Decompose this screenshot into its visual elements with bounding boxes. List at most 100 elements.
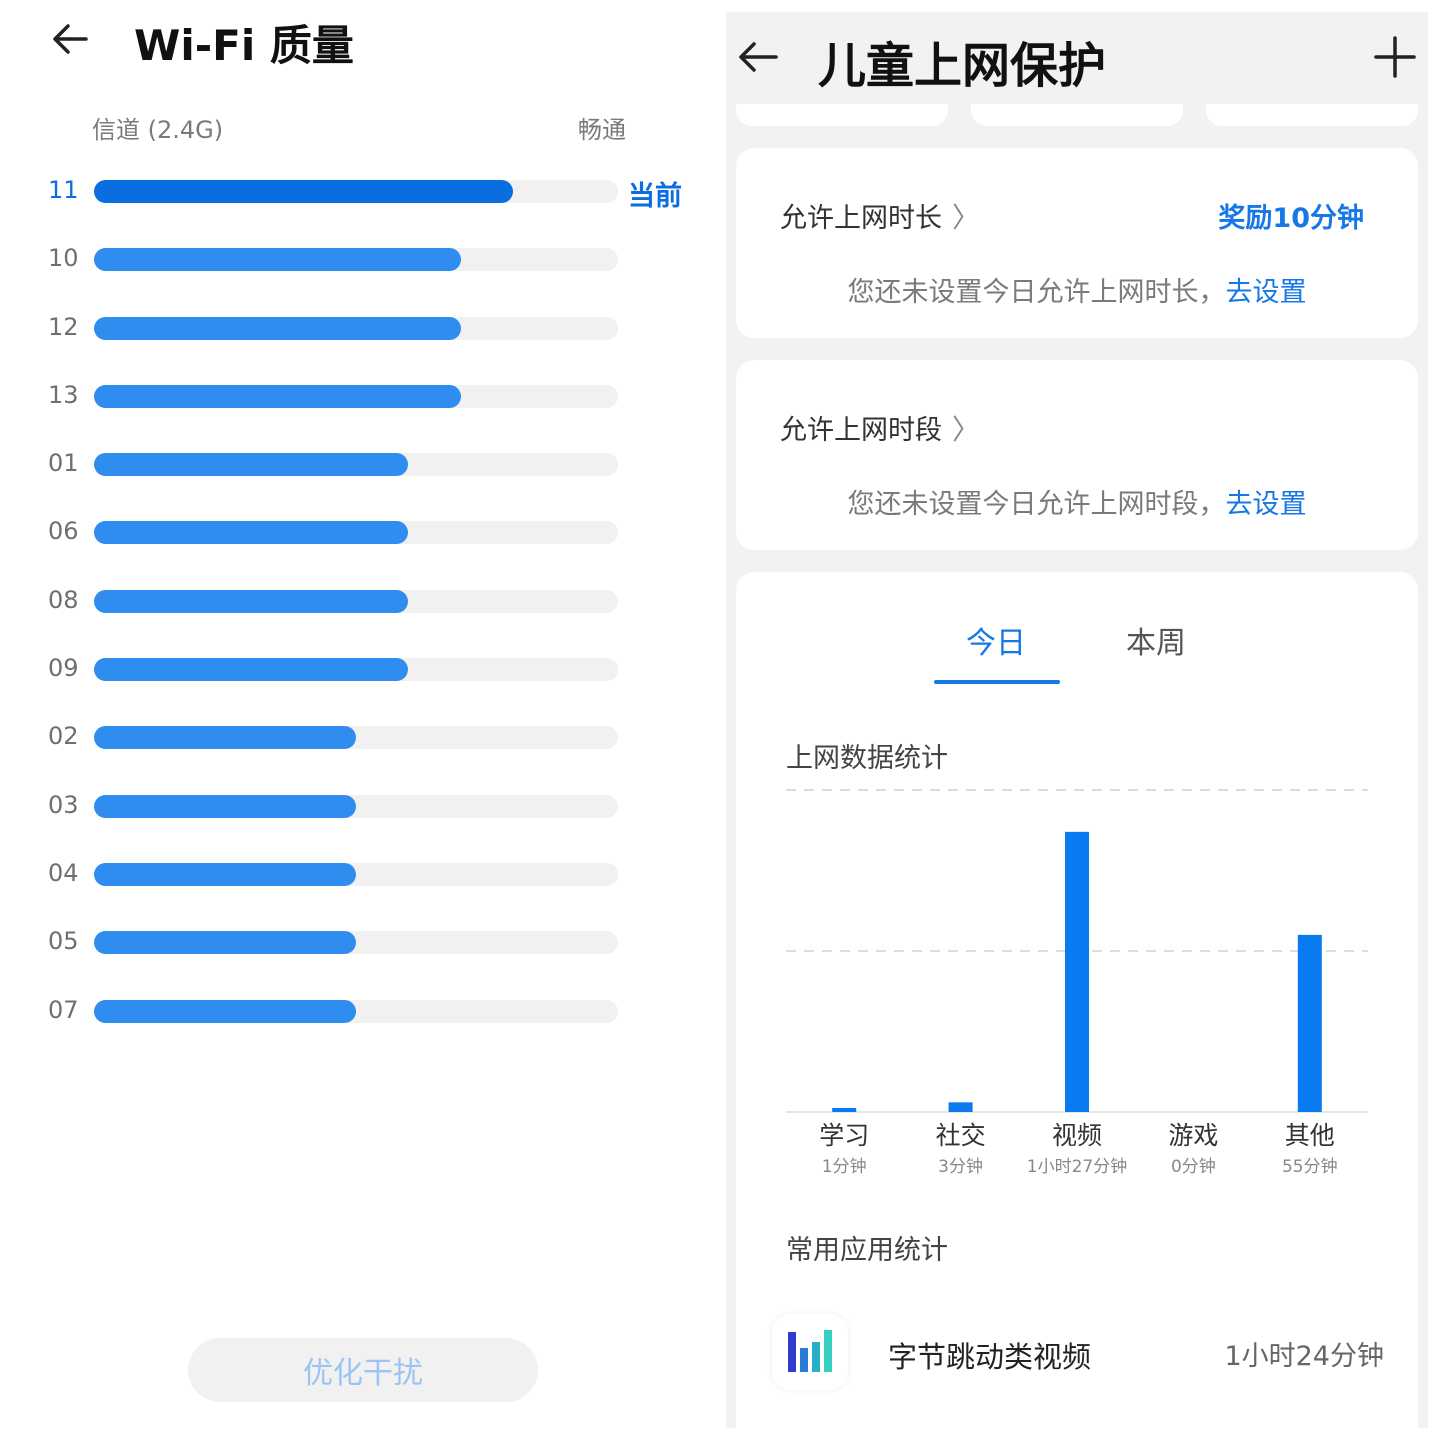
- period-card-title[interactable]: 允许上网时段〉: [780, 408, 980, 448]
- category-label: 学习: [819, 1121, 869, 1150]
- channel-quality-track: [94, 658, 618, 682]
- channel-number: 02: [48, 722, 79, 751]
- channel-row: 01: [12, 431, 712, 499]
- app-name: 字节跳动类视频: [888, 1340, 1092, 1374]
- period-card-title-text: 允许上网时段: [780, 415, 942, 446]
- channel-number: 01: [48, 449, 79, 478]
- header: 儿童上网保护: [726, 12, 1428, 104]
- value-label: 1分钟: [822, 1157, 867, 1177]
- app-usage-time: 1小时24分钟: [1224, 1341, 1384, 1372]
- channel-quality-bar: [94, 521, 409, 545]
- period-tabs: 今日 本周: [736, 618, 1418, 684]
- category-label: 视频: [1052, 1121, 1102, 1150]
- channel-number: 03: [48, 790, 79, 819]
- channel-row: 10: [12, 226, 712, 294]
- chevron-right-icon: 〉: [952, 413, 981, 446]
- channel-quality-bar: [94, 453, 409, 477]
- bar-logo-icon: [788, 1330, 832, 1372]
- duration-card-message: 您还未设置今日允许上网时长，去设置: [736, 270, 1418, 309]
- channel-list: 11 当前 10 12 13 01 06 08 09 02 03 04 05 07: [12, 158, 712, 1046]
- allowed-period-card[interactable]: 允许上网时段〉 您还未设置今日允许上网时段，去设置: [736, 360, 1418, 550]
- channel-row: 12: [12, 295, 712, 363]
- channel-row: 03: [12, 773, 712, 841]
- channel-quality-bar: [94, 999, 356, 1023]
- allowed-duration-card[interactable]: 允许上网时长〉 奖励10分钟 您还未设置今日允许上网时长，去设置: [736, 148, 1418, 338]
- tab-week[interactable]: 本周: [1126, 618, 1186, 662]
- channel-quality-bar: [94, 794, 356, 818]
- channel-number: 08: [48, 585, 79, 614]
- value-label: 55分钟: [1282, 1157, 1338, 1177]
- channel-number: 06: [48, 517, 79, 546]
- channel-number: 13: [48, 380, 79, 409]
- channel-quality-bar: [94, 180, 514, 203]
- active-tab-indicator: [934, 680, 1060, 684]
- channel-row: 05: [12, 909, 712, 977]
- bar: [948, 1102, 973, 1112]
- back-arrow-icon[interactable]: [46, 14, 96, 64]
- channel-row: 06: [12, 499, 712, 567]
- apps-section-title: 常用应用统计: [786, 1235, 948, 1266]
- value-label: 3分钟: [938, 1157, 983, 1177]
- channel-quality-track: [94, 794, 618, 818]
- period-message-text: 您还未设置今日允许上网时段，: [847, 489, 1226, 520]
- app-usage-row[interactable]: 字节跳动类视频 1小时24分钟: [736, 1302, 1418, 1402]
- channel-quality-bar: [94, 589, 409, 613]
- channel-number: 12: [48, 312, 79, 341]
- category-label: 其他: [1285, 1121, 1335, 1150]
- channel-quality-bar: [94, 726, 356, 750]
- channel-number: 04: [48, 858, 79, 887]
- channel-row: 11 当前: [12, 158, 712, 226]
- back-arrow-icon[interactable]: [736, 34, 782, 80]
- wifi-quality-panel: Wi-Fi 质量 信道 (2.4G) 畅通 11 当前 10 12 13 01 06 08 09…: [12, 0, 712, 1440]
- channel-number: 11: [48, 176, 79, 204]
- bar: [1065, 831, 1089, 1112]
- channel-quality-bar: [94, 384, 461, 408]
- channel-row: 04: [12, 841, 712, 909]
- stats-card: 今日 本周 上网数据统计 学习 1分钟 社交 3分钟 视频 1小时27分钟 游戏 0分钟 其他 5…: [736, 572, 1418, 1428]
- reward-button[interactable]: 奖励10分钟: [1218, 196, 1364, 235]
- channel-row: 07: [12, 978, 712, 1046]
- period-setup-link[interactable]: 去设置: [1226, 489, 1307, 520]
- value-label: 1小时27分钟: [1027, 1157, 1127, 1177]
- channel-quality-track: [94, 521, 618, 545]
- channel-row: 02: [12, 704, 712, 772]
- channel-quality-bar: [94, 316, 461, 340]
- page-title: 儿童上网保护: [818, 38, 1107, 94]
- channel-quality-track: [94, 180, 618, 203]
- peek-card: [1206, 102, 1418, 126]
- duration-message-text: 您还未设置今日允许上网时长，: [847, 277, 1226, 308]
- channel-quality-track: [94, 384, 618, 408]
- bar: [1297, 934, 1322, 1112]
- channel-quality-track: [94, 453, 618, 477]
- page-title: Wi-Fi 质量: [134, 21, 354, 70]
- chevron-right-icon: 〉: [952, 201, 981, 234]
- current-channel-tag: 当前: [628, 181, 682, 212]
- channel-number: 05: [48, 927, 79, 956]
- add-icon[interactable]: [1372, 34, 1418, 80]
- tab-today[interactable]: 今日: [966, 618, 1026, 662]
- channel-column-label: 信道 (2.4G): [92, 116, 224, 144]
- channel-number: 10: [48, 244, 79, 273]
- channel-number: 09: [48, 654, 79, 683]
- channel-quality-bar: [94, 931, 356, 955]
- channel-quality-bar: [94, 248, 461, 272]
- status-column-label: 畅通: [578, 116, 626, 144]
- app-icon: [772, 1314, 848, 1390]
- duration-card-title[interactable]: 允许上网时长〉: [780, 196, 980, 236]
- bar: [832, 1108, 857, 1112]
- duration-setup-link[interactable]: 去设置: [1226, 277, 1307, 308]
- category-label: 游戏: [1168, 1121, 1218, 1150]
- value-label: 0分钟: [1171, 1157, 1216, 1177]
- peek-card: [736, 102, 948, 126]
- optimize-interference-button[interactable]: 优化干扰: [188, 1338, 538, 1402]
- channel-row: 13: [12, 363, 712, 431]
- duration-card-title-text: 允许上网时长: [780, 203, 942, 234]
- channel-quality-track: [94, 999, 618, 1023]
- usage-bar-chart: 学习 1分钟 社交 3分钟 视频 1小时27分钟 游戏 0分钟 其他 55分钟: [786, 789, 1368, 1177]
- channel-quality-track: [94, 589, 618, 613]
- channel-quality-track: [94, 862, 618, 886]
- channel-row: 08: [12, 568, 712, 636]
- channel-quality-track: [94, 248, 618, 272]
- channel-quality-bar: [94, 862, 356, 886]
- channel-quality-track: [94, 316, 618, 340]
